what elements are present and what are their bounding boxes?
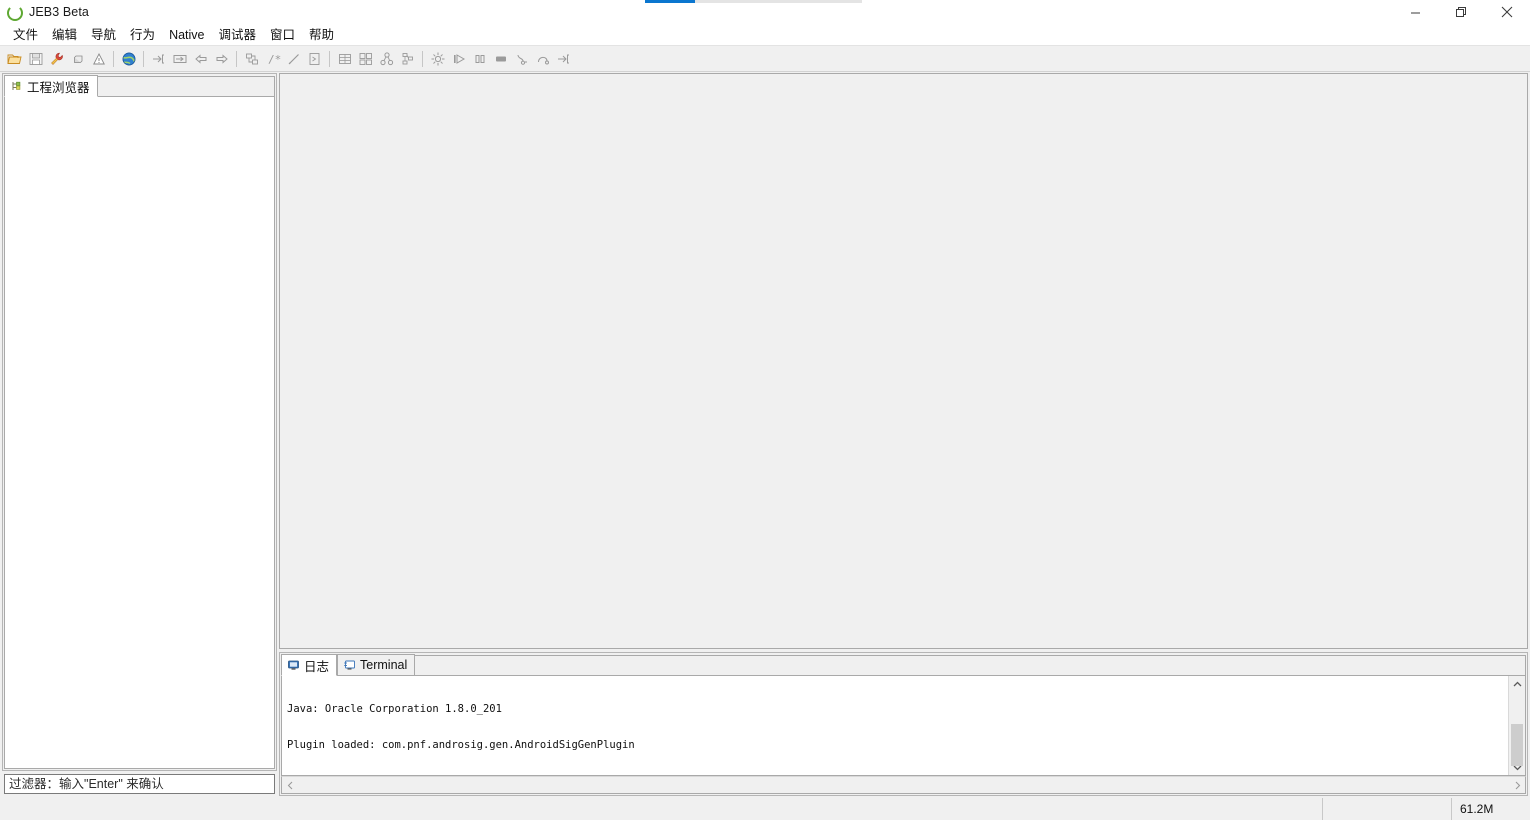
package-icon[interactable] (67, 48, 88, 69)
log-vscroll-thumb[interactable] (1511, 724, 1523, 766)
pause-icon[interactable] (469, 48, 490, 69)
update-progress-bar (645, 0, 862, 3)
filter-bar (2, 771, 277, 796)
chevron-up-icon[interactable] (1509, 676, 1525, 692)
rename-icon[interactable] (283, 48, 304, 69)
terminal-icon (343, 659, 356, 672)
tabstrip-filler (97, 76, 275, 96)
menu-item-native[interactable]: Native (162, 25, 211, 45)
bottom-dock-panel: 日志 Terminal Java: Oracle Corporation 1.8… (279, 652, 1528, 796)
window-controls (1392, 0, 1530, 24)
left-dock: 工程浏览器 (2, 73, 277, 798)
menu-bar: 文件 编辑 导航 行为 Native 调试器 窗口 帮助 (0, 24, 1530, 45)
status-message (0, 798, 1322, 820)
window-title: JEB3 Beta (29, 5, 89, 19)
project-tree-icon (10, 80, 23, 93)
forward-arrow-icon[interactable] (211, 48, 232, 69)
toolbar-separator (329, 50, 330, 67)
debug-start-icon[interactable] (427, 48, 448, 69)
restore-icon[interactable] (1438, 0, 1484, 24)
editor-area[interactable] (279, 73, 1528, 649)
jeb-ring-icon (6, 4, 23, 21)
close-icon[interactable] (1484, 0, 1530, 24)
chevron-right-icon[interactable] (1509, 781, 1525, 790)
wrench-icon[interactable] (46, 48, 67, 69)
menu-item-file[interactable]: 文件 (6, 25, 45, 45)
main-toolbar: /* (0, 45, 1530, 72)
flow-icon[interactable] (397, 48, 418, 69)
svg-text:/*: /* (268, 53, 281, 66)
log-console-wrap: Java: Oracle Corporation 1.8.0_201 Plugi… (281, 676, 1526, 776)
toolbar-separator (236, 50, 237, 67)
save-icon[interactable] (25, 48, 46, 69)
comment-icon[interactable]: /* (262, 48, 283, 69)
chevron-left-icon[interactable] (282, 781, 298, 790)
tabstrip-filler (415, 655, 1526, 675)
open-folder-icon[interactable] (4, 48, 25, 69)
project-explorer-tabstrip: 工程浏览器 (4, 75, 275, 97)
menu-item-debugger[interactable]: 调试器 (212, 25, 264, 45)
menu-item-window[interactable]: 窗口 (263, 25, 302, 45)
minimize-icon[interactable] (1392, 0, 1438, 24)
goto-icon[interactable] (148, 48, 169, 69)
resume-icon[interactable] (448, 48, 469, 69)
step-into-icon[interactable] (511, 48, 532, 69)
globe-icon[interactable] (118, 48, 139, 69)
jeb-main-window: JEB3 Beta 文件 编辑 导航 行为 Native 调试器 窗口 帮助 /… (0, 0, 1530, 820)
workspace: 工程浏览器 过滤器：输入"Enter" 来确认 日志 Terminal Java… (0, 72, 1530, 798)
table-icon[interactable] (334, 48, 355, 69)
update-progress-fill (645, 0, 695, 3)
project-tree[interactable] (4, 97, 275, 769)
log-vscroll-track[interactable] (1509, 692, 1525, 766)
log-monitor-icon (287, 659, 300, 672)
memory-indicator[interactable]: 61.2M (1451, 798, 1530, 820)
title-bar: JEB3 Beta (0, 0, 1530, 24)
tab-log-label: 日志 (304, 659, 330, 674)
goto-address-icon[interactable] (169, 48, 190, 69)
stop-icon[interactable] (490, 48, 511, 69)
filter-input[interactable] (4, 774, 275, 794)
back-arrow-icon[interactable] (190, 48, 211, 69)
log-vertical-scrollbar[interactable] (1508, 676, 1525, 775)
right-dock: 日志 Terminal Java: Oracle Corporation 1.8… (279, 73, 1528, 798)
log-hscroll-track[interactable] (298, 778, 1509, 792)
toolbar-separator (422, 50, 423, 67)
log-line: Plugin loaded: com.pnf.androsig.gen.Andr… (287, 739, 635, 751)
tab-log[interactable]: 日志 (281, 654, 338, 676)
menu-item-action[interactable]: 行为 (123, 25, 162, 45)
log-line: Java: Oracle Corporation 1.8.0_201 (287, 703, 502, 715)
tab-terminal[interactable]: Terminal (337, 654, 416, 676)
project-explorer-panel: 工程浏览器 (2, 73, 277, 771)
status-blank-cell (1322, 798, 1451, 820)
step-out-icon[interactable] (553, 48, 574, 69)
xrefs-icon[interactable] (241, 48, 262, 69)
tab-terminal-label: Terminal (360, 658, 408, 672)
warning-icon[interactable] (88, 48, 109, 69)
step-over-icon[interactable] (532, 48, 553, 69)
menu-item-edit[interactable]: 编辑 (45, 25, 84, 45)
status-bar: 61.2M (0, 798, 1530, 820)
toolbar-separator (143, 50, 144, 67)
menu-item-navigate[interactable]: 导航 (84, 25, 123, 45)
menu-item-help[interactable]: 帮助 (302, 25, 341, 45)
graph-icon[interactable] (376, 48, 397, 69)
grid-items-icon[interactable] (355, 48, 376, 69)
convert-icon[interactable] (304, 48, 325, 69)
log-horizontal-scrollbar[interactable] (281, 776, 1526, 794)
project-explorer-tab-label: 工程浏览器 (27, 80, 90, 95)
tab-project-explorer[interactable]: 工程浏览器 (4, 75, 98, 97)
toolbar-separator (113, 50, 114, 67)
bottom-dock-tabstrip: 日志 Terminal (281, 654, 1526, 676)
log-console[interactable]: Java: Oracle Corporation 1.8.0_201 Plugi… (282, 676, 1508, 775)
